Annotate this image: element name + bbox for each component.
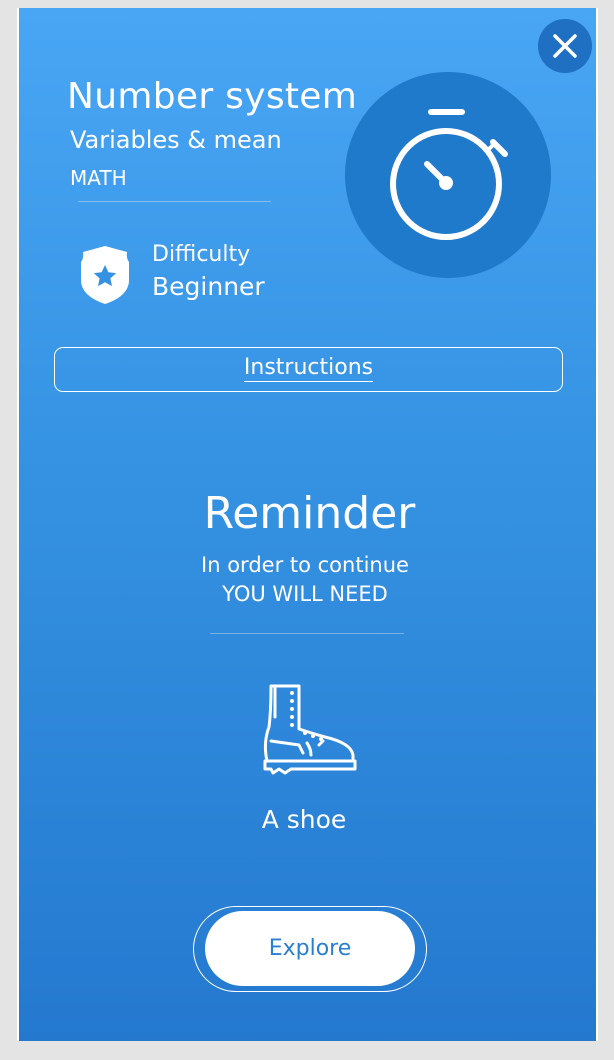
stopwatch-icon: [390, 109, 508, 240]
instructions-button[interactable]: Instructions: [54, 347, 563, 392]
explore-button[interactable]: Explore: [205, 911, 415, 986]
shield-star-icon: [81, 246, 129, 304]
close-button[interactable]: [538, 19, 592, 73]
lesson-card: Number system Variables & mean MATH Diff…: [17, 8, 598, 1041]
title-divider: [78, 201, 271, 202]
reminder-text: In order to continue: [201, 553, 409, 577]
reminder-title: Reminder: [203, 488, 416, 539]
explore-label[interactable]: Explore: [205, 936, 415, 961]
boot-icon: [263, 684, 357, 775]
lesson-subtitle: Variables & mean: [70, 126, 282, 154]
timer-badge: [345, 72, 551, 278]
instructions-label[interactable]: Instructions: [243, 355, 374, 382]
required-item-label: A shoe: [261, 805, 347, 834]
reminder-requirement: YOU WILL NEED: [222, 582, 388, 606]
lesson-title: Number system: [67, 76, 358, 117]
lesson-category: MATH: [70, 166, 127, 190]
difficulty-label: Difficulty: [152, 242, 251, 267]
reminder-divider: [210, 633, 404, 634]
difficulty-value: Beginner: [152, 272, 265, 301]
close-icon[interactable]: [538, 19, 592, 73]
